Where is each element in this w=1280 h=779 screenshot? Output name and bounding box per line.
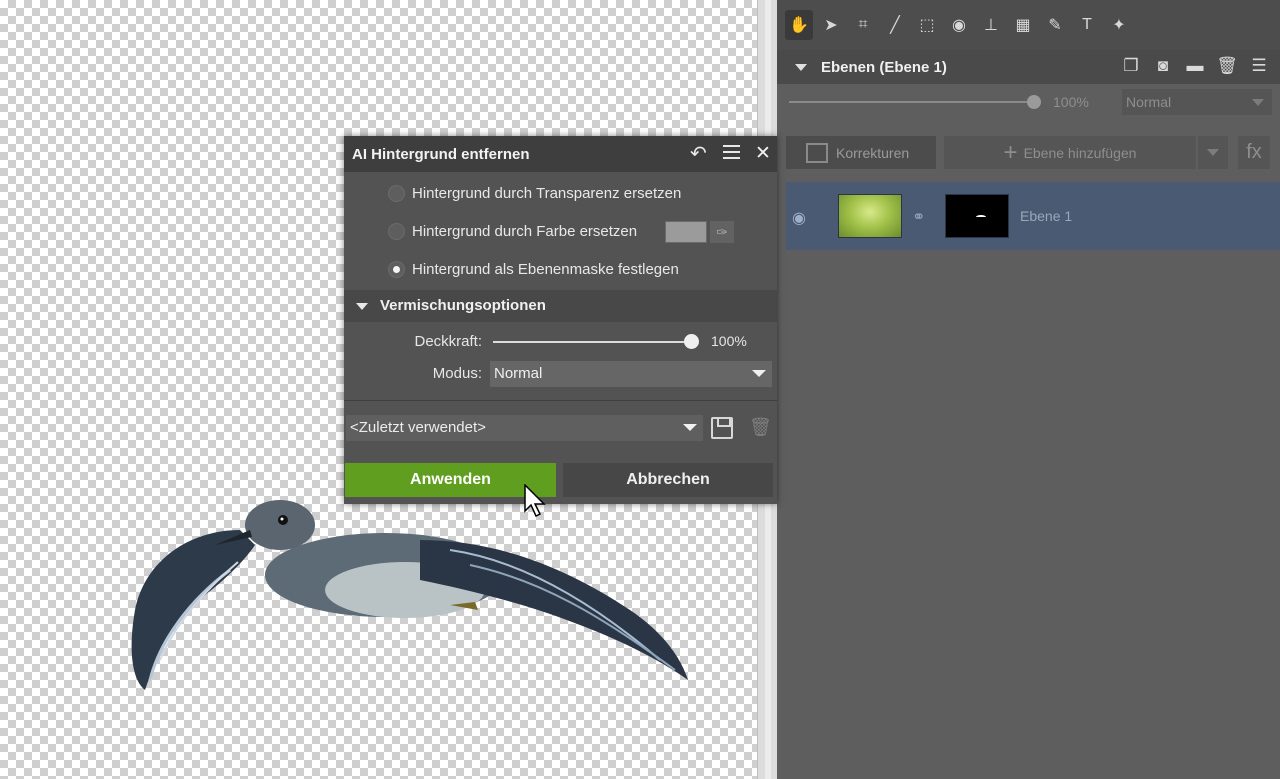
brush-icon[interactable]: ✎ — [1041, 10, 1069, 40]
option-label: Hintergrund durch Farbe ersetzen — [412, 222, 638, 240]
tool-bar: ✋ ➤ ⌗ ╱ ⬚ ◉ ⊥ ▦ ✎ T ✦ — [777, 0, 1280, 50]
chevron-down-icon — [752, 370, 766, 377]
radio-button-selected[interactable] — [388, 260, 405, 278]
visibility-eye-icon[interactable]: ◉ — [792, 208, 806, 228]
mode-value: Normal — [494, 365, 543, 382]
add-layer-label: Ebene hinzufügen — [1023, 144, 1137, 161]
folder-icon[interactable]: ▬ — [1184, 55, 1206, 77]
collapse-icon[interactable] — [356, 303, 368, 310]
collapse-icon[interactable] — [795, 63, 807, 71]
dialog-header[interactable]: AI Hintergrund entfernen ↶ ✕ — [344, 136, 777, 172]
link-icon[interactable]: ⚭ — [912, 207, 925, 227]
grid-icon[interactable]: ▦ — [1009, 10, 1037, 40]
transform-icon[interactable]: ⬚ — [913, 10, 941, 40]
pointer-icon[interactable]: ➤ — [817, 10, 845, 40]
level-icon[interactable]: ⊥ — [977, 10, 1005, 40]
layer-name: Ebene 1 — [1020, 208, 1073, 224]
dialog-title: AI Hintergrund entfernen — [352, 146, 530, 163]
layer-actions: Korrekturen + Ebene hinzufügen fx — [777, 136, 1280, 170]
color-swatch[interactable] — [665, 221, 707, 243]
option-label: Hintergrund als Ebenenmaske festlegen — [412, 260, 679, 278]
preset-select[interactable]: <Zuletzt verwendet> — [346, 415, 703, 441]
option-label: Hintergrund durch Transparenz ersetzen — [412, 184, 682, 202]
save-icon[interactable] — [711, 417, 733, 439]
mode-label: Modus: — [432, 365, 482, 382]
opacity-slider[interactable] — [789, 101, 1034, 103]
layers-title: Ebenen (Ebene 1) — [821, 58, 947, 76]
mode-select[interactable]: Normal — [490, 361, 772, 387]
menu-icon[interactable]: ☰ — [1248, 55, 1270, 77]
option-transparency[interactable]: Hintergrund durch Transparenz ersetzen — [388, 180, 681, 206]
blend-mode-value: Normal — [1126, 94, 1172, 110]
radio-button[interactable] — [388, 184, 405, 202]
korrekturen-button[interactable]: Korrekturen — [786, 136, 936, 169]
duplicate-layer-icon[interactable]: ❐ — [1120, 55, 1142, 77]
layer-opacity-row: 100% Normal — [777, 84, 1280, 124]
opacity-slider-knob[interactable] — [684, 334, 699, 349]
section-title: Vermischungsoptionen — [380, 297, 546, 314]
sparkle-icon[interactable]: ✦ — [1105, 10, 1133, 40]
chevron-down-icon — [683, 424, 697, 431]
layers-header[interactable]: Ebenen (Ebene 1) ❐ ◙ ▬ 🗑 ☰ — [777, 50, 1280, 84]
text-icon[interactable]: T — [1073, 10, 1101, 40]
bird-image — [131, 500, 688, 690]
opacity-value: 100% — [1053, 94, 1089, 110]
option-layer-mask[interactable]: Hintergrund als Ebenenmaske festlegen — [388, 256, 679, 282]
opacity-slider[interactable] — [493, 341, 689, 343]
chevron-down-icon — [1207, 149, 1219, 156]
undo-icon[interactable]: ↶ — [690, 141, 707, 166]
close-icon[interactable]: ✕ — [755, 142, 771, 165]
cancel-button[interactable]: Abbrechen — [563, 463, 773, 497]
layer-mask-thumbnail[interactable] — [945, 194, 1009, 238]
eye-icon[interactable]: ◉ — [945, 10, 973, 40]
straighten-icon[interactable]: ╱ — [881, 10, 909, 40]
fx-button[interactable]: fx — [1238, 136, 1270, 169]
eyedropper-icon[interactable]: ✑ — [710, 221, 734, 243]
option-color[interactable]: Hintergrund durch Farbe ersetzen — [388, 218, 637, 244]
add-layer-button[interactable]: + Ebene hinzufügen — [944, 136, 1196, 169]
trash-icon[interactable]: 🗑 — [1216, 55, 1238, 77]
right-panel: ✋ ➤ ⌗ ╱ ⬚ ◉ ⊥ ▦ ✎ T ✦ Ebenen (Ebene 1) ❐… — [777, 0, 1280, 779]
opacity-value: 100% — [711, 333, 747, 349]
chevron-down-icon — [1252, 99, 1264, 106]
blend-options-section[interactable]: Vermischungsoptionen — [344, 290, 777, 322]
plus-icon: + — [1003, 138, 1018, 166]
menu-icon[interactable] — [723, 145, 740, 159]
layer-thumbnail[interactable] — [838, 194, 902, 238]
mask-icon[interactable]: ◙ — [1152, 55, 1174, 77]
crop-icon[interactable]: ⌗ — [849, 10, 877, 40]
opacity-label: Deckkraft: — [414, 333, 482, 350]
remove-background-dialog: AI Hintergrund entfernen ↶ ✕ Hintergrund… — [344, 136, 777, 504]
hand-icon[interactable]: ✋ — [785, 10, 813, 40]
korrekturen-label: Korrekturen — [836, 144, 910, 161]
layer-row[interactable]: ◉ ⚭ Ebene 1 — [786, 182, 1280, 250]
adjustments-icon — [806, 142, 828, 163]
divider — [344, 400, 777, 401]
blend-mode-select[interactable]: Normal — [1122, 89, 1272, 115]
trash-icon[interactable]: 🗑 — [749, 417, 772, 438]
add-layer-dropdown[interactable] — [1198, 136, 1228, 169]
opacity-slider-knob[interactable] — [1027, 95, 1041, 109]
mouse-cursor-icon — [524, 484, 546, 518]
preset-value: <Zuletzt verwendet> — [350, 419, 486, 436]
radio-button[interactable] — [388, 222, 405, 240]
